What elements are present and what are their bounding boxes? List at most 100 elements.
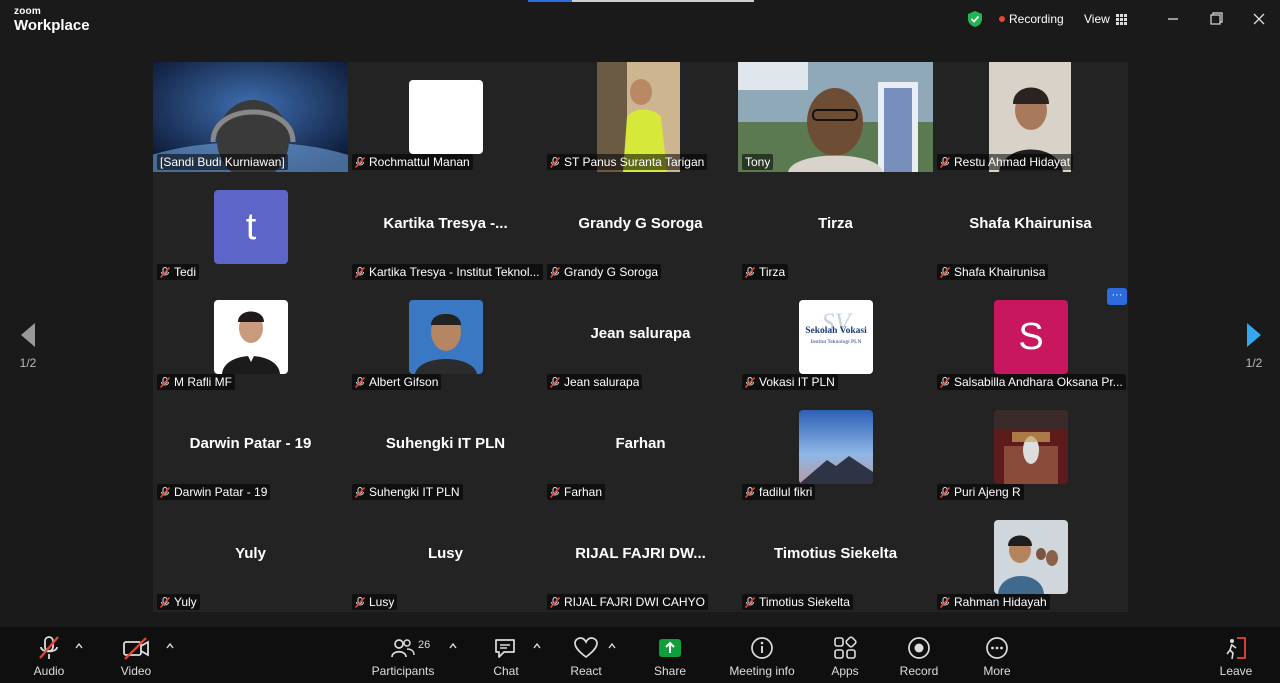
- leave-label: Leave: [1219, 664, 1253, 678]
- participant-name: Restu Ahmad Hidayat: [954, 155, 1071, 169]
- participant-display-name: Darwin Patar - 19: [189, 435, 312, 452]
- react-label: React: [570, 664, 602, 678]
- recording-indicator[interactable]: Recording: [999, 12, 1064, 26]
- video-label: Video: [120, 664, 152, 678]
- participant-tile[interactable]: Rahman Hidayah: [933, 502, 1128, 612]
- participant-tile[interactable]: Shafa Khairunisa Shafa Khairunisa: [933, 172, 1128, 282]
- participant-tile[interactable]: t Tedi: [153, 172, 348, 282]
- more-button[interactable]: More: [977, 635, 1017, 678]
- next-page-button[interactable]: 1/2: [1239, 322, 1269, 370]
- participant-name: Lusy: [369, 595, 395, 609]
- participant-name: Vokasi IT PLN: [759, 375, 835, 389]
- mic-muted-icon: [355, 266, 365, 278]
- participant-tile[interactable]: Lusy Lusy: [348, 502, 543, 612]
- participant-tile[interactable]: Tony: [738, 62, 933, 172]
- participant-name-label: Puri Ajeng R: [937, 484, 1024, 500]
- mic-muted-icon: [550, 596, 560, 608]
- video-options-chevron-icon[interactable]: [166, 642, 174, 650]
- more-label: More: [983, 664, 1011, 678]
- share-button[interactable]: Share: [650, 635, 690, 678]
- participant-tile[interactable]: SV Sekolah Vokasi Institut Teknologi PLN Vo…: [738, 282, 933, 392]
- chat-chevron-icon[interactable]: [533, 642, 541, 650]
- mic-muted-icon: [160, 596, 170, 608]
- participant-tile[interactable]: Restu Ahmad Hidayat: [933, 62, 1128, 172]
- meeting-info-button[interactable]: Meeting info: [726, 635, 798, 678]
- participant-tile[interactable]: Suhengki IT PLN Suhengki IT PLN: [348, 392, 543, 502]
- participant-name: M Rafli MF: [174, 375, 232, 389]
- camera-off-icon: [123, 637, 149, 660]
- participant-name-label: Tony: [742, 154, 774, 170]
- avatar-letter: t: [245, 205, 257, 248]
- participant-tile[interactable]: Darwin Patar - 19 Darwin Patar - 19: [153, 392, 348, 502]
- react-button[interactable]: React: [566, 635, 606, 678]
- participant-name-label: Tirza: [742, 264, 789, 280]
- participant-video: [799, 410, 873, 484]
- participant-video: [409, 300, 483, 374]
- participant-name: Tony: [745, 155, 771, 169]
- view-button[interactable]: View: [1084, 12, 1127, 26]
- chat-button[interactable]: Chat: [488, 635, 524, 678]
- share-screen-icon: [659, 639, 681, 657]
- restore-icon[interactable]: [1206, 10, 1226, 28]
- minimize-icon[interactable]: [1163, 10, 1183, 28]
- react-chevron-icon[interactable]: [608, 642, 616, 650]
- participant-tile[interactable]: M Rafli MF: [153, 282, 348, 392]
- participant-name: Shafa Khairunisa: [954, 265, 1046, 279]
- record-button[interactable]: Record: [898, 635, 940, 678]
- participant-tile[interactable]: Yuly Yuly: [153, 502, 348, 612]
- more-icon: [986, 637, 1008, 659]
- mic-muted-icon: [550, 156, 560, 168]
- participant-tile[interactable]: Puri Ajeng R: [933, 392, 1128, 502]
- participants-count: 26: [418, 639, 431, 651]
- heart-icon: [574, 637, 598, 659]
- apps-button[interactable]: Apps: [826, 635, 864, 678]
- participant-tile[interactable]: Jean salurapa Jean salurapa: [543, 282, 738, 392]
- participant-tile[interactable]: Albert Gifson: [348, 282, 543, 392]
- mic-muted-icon: [355, 156, 365, 168]
- security-shield-icon[interactable]: [966, 10, 984, 28]
- participant-name: Yuly: [174, 595, 197, 609]
- participant-name: Tirza: [759, 265, 786, 279]
- participant-tile[interactable]: RIJAL FAJRI DW... RIJAL FAJRI DWI CAHYO: [543, 502, 738, 612]
- participant-tile[interactable]: Grandy G Soroga Grandy G Soroga: [543, 172, 738, 282]
- mic-muted-icon: [160, 266, 170, 278]
- brand-line2: Workplace: [14, 17, 90, 34]
- participant-name-label: Jean salurapa: [547, 374, 643, 390]
- participant-tile[interactable]: [Sandi Budi Kurniawan]: [153, 62, 348, 172]
- participant-name-label: Rahman Hidayah: [937, 594, 1050, 610]
- meeting-toolbar: Audio Video Participants 26 Chat React S…: [0, 627, 1280, 683]
- participant-name: Darwin Patar - 19: [174, 485, 268, 499]
- mic-muted-icon: [355, 486, 365, 498]
- arrow-left-icon: [21, 323, 35, 347]
- participant-tile[interactable]: Farhan Farhan: [543, 392, 738, 502]
- participant-tile[interactable]: S Salsabilla Andhara Oksana Pr...: [933, 282, 1128, 392]
- tile-more-options-button[interactable]: ···: [1107, 288, 1127, 305]
- info-icon: [751, 637, 773, 659]
- grid-view-icon: [1115, 13, 1127, 25]
- video-button[interactable]: Video: [113, 635, 159, 678]
- mic-muted-icon: [940, 376, 950, 388]
- participant-name: Kartika Tresya - Institut Teknol...: [369, 265, 540, 279]
- audio-button[interactable]: Audio: [26, 635, 72, 678]
- participant-name: Timotius Siekelta: [759, 595, 850, 609]
- previous-page-button[interactable]: 1/2: [13, 322, 43, 370]
- participant-video: [409, 80, 483, 154]
- close-icon[interactable]: [1249, 10, 1269, 28]
- participant-name: RIJAL FAJRI DWI CAHYO: [564, 595, 705, 609]
- participant-tile[interactable]: Kartika Tresya -... Kartika Tresya - Inst…: [348, 172, 543, 282]
- participant-tile[interactable]: ST Panus Suranta Tarigan: [543, 62, 738, 172]
- participant-tile[interactable]: Tirza Tirza: [738, 172, 933, 282]
- audio-options-chevron-icon[interactable]: [75, 642, 83, 650]
- participant-name-label: Yuly: [157, 594, 200, 610]
- participant-tile[interactable]: Timotius Siekelta Timotius Siekelta: [738, 502, 933, 612]
- participant-name: Albert Gifson: [369, 375, 439, 389]
- participant-tile[interactable]: fadilul fikri: [738, 392, 933, 502]
- participant-display-name: RIJAL FAJRI DW...: [575, 545, 706, 562]
- participants-chevron-icon[interactable]: [449, 642, 457, 650]
- share-indicator-bar: [528, 0, 754, 2]
- mic-muted-icon: [160, 376, 170, 388]
- participant-name-label: Farhan: [547, 484, 606, 500]
- participant-name: Grandy G Soroga: [564, 265, 659, 279]
- participant-tile[interactable]: Rochmattul Manan: [348, 62, 543, 172]
- leave-button[interactable]: Leave: [1217, 635, 1255, 678]
